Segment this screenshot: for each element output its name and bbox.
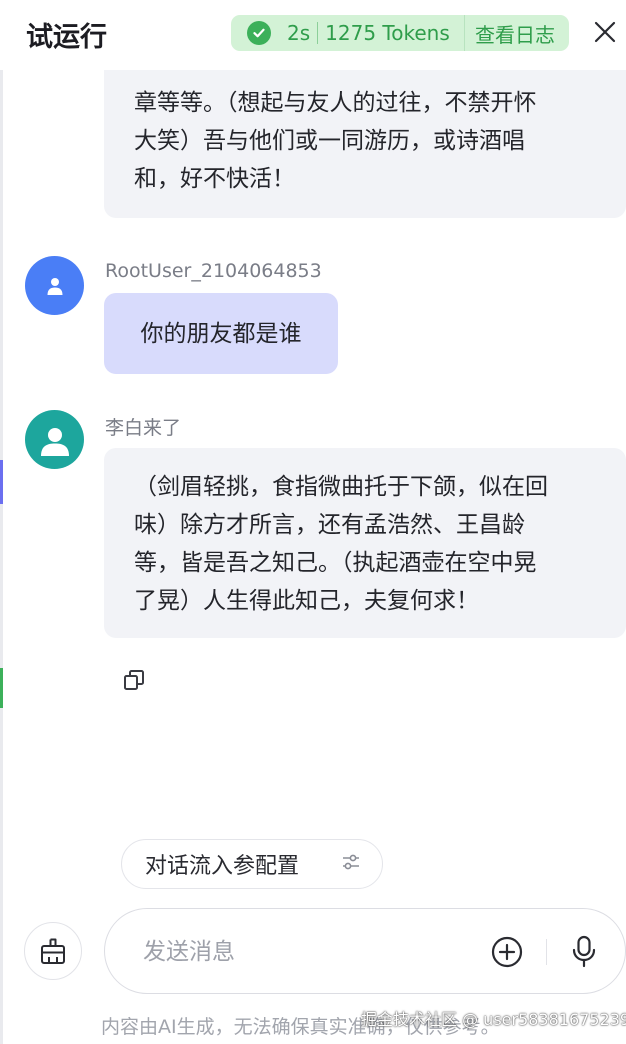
token-count: 1275 Tokens bbox=[325, 21, 450, 45]
message-input[interactable] bbox=[143, 933, 463, 971]
message-text: 你的朋友都是谁 bbox=[140, 320, 302, 347]
sliders-icon bbox=[342, 852, 360, 877]
sender-name: 李白来了 bbox=[105, 417, 182, 439]
message-line: 章等等。（想起与友人的过往，不禁开怀 bbox=[134, 90, 537, 116]
close-button[interactable] bbox=[590, 17, 620, 47]
run-duration: 2s bbox=[287, 21, 311, 45]
microphone-icon bbox=[572, 935, 596, 968]
composer-divider bbox=[546, 939, 547, 965]
left-panel-edge-mark bbox=[0, 668, 3, 708]
assistant-message-bubble: 章等等。（想起与友人的过往，不禁开怀 大笑）吾与他们或一同游历，或诗酒唱 和，好… bbox=[104, 70, 626, 218]
user-message-bubble: 你的朋友都是谁 bbox=[104, 293, 338, 374]
conversation-input-config-button[interactable]: 对话流入参配置 bbox=[121, 839, 383, 889]
sender-name: RootUser_2104064853 bbox=[105, 260, 322, 282]
user-avatar bbox=[25, 256, 84, 315]
view-log-link[interactable]: 查看日志 bbox=[464, 15, 569, 51]
clear-context-icon bbox=[41, 938, 65, 964]
check-circle-icon bbox=[247, 21, 271, 45]
message-line: 和，好不快活！ bbox=[134, 166, 295, 192]
message-composer bbox=[104, 908, 626, 994]
message-line: 味）除方才所言，还有孟浩然、王昌龄 bbox=[134, 512, 525, 538]
run-status-badge: 2s 1275 Tokens 查看日志 bbox=[231, 15, 569, 51]
clear-context-button[interactable] bbox=[24, 922, 82, 980]
copy-icon[interactable] bbox=[122, 668, 146, 692]
left-panel-edge-mark bbox=[0, 460, 3, 504]
config-chip-label: 对话流入参配置 bbox=[145, 854, 300, 879]
header: 试运行 2s 1275 Tokens 查看日志 bbox=[0, 0, 626, 70]
assistant-message-bubble: （剑眉轻挑，食指微曲托于下颌，似在回 味）除方才所言，还有孟浩然、王昌龄 等，皆… bbox=[104, 448, 626, 638]
user-avatar-icon bbox=[47, 277, 62, 295]
left-panel-edge bbox=[0, 0, 3, 1044]
add-attachment-button[interactable] bbox=[491, 936, 523, 968]
message-line: 了晃）人生得此知己，夫复何求！ bbox=[134, 588, 479, 614]
message-line: 大笑）吾与他们或一同游历，或诗酒唱 bbox=[134, 128, 525, 154]
close-icon bbox=[594, 21, 616, 43]
bot-avatar bbox=[25, 410, 84, 469]
message-line: 等，皆是吾之知己。（执起酒壶在空中晃 bbox=[134, 550, 537, 576]
voice-input-button[interactable] bbox=[570, 935, 598, 969]
badge-divider bbox=[317, 22, 319, 44]
bot-avatar-icon bbox=[40, 427, 69, 456]
watermark: 掘金技术社区 @ user5838167523996 bbox=[361, 1010, 626, 1029]
panel-title: 试运行 bbox=[26, 22, 107, 53]
message-line: （剑眉轻挑，食指微曲托于下颌，似在回 bbox=[134, 474, 548, 500]
plus-circle-icon bbox=[491, 936, 523, 968]
